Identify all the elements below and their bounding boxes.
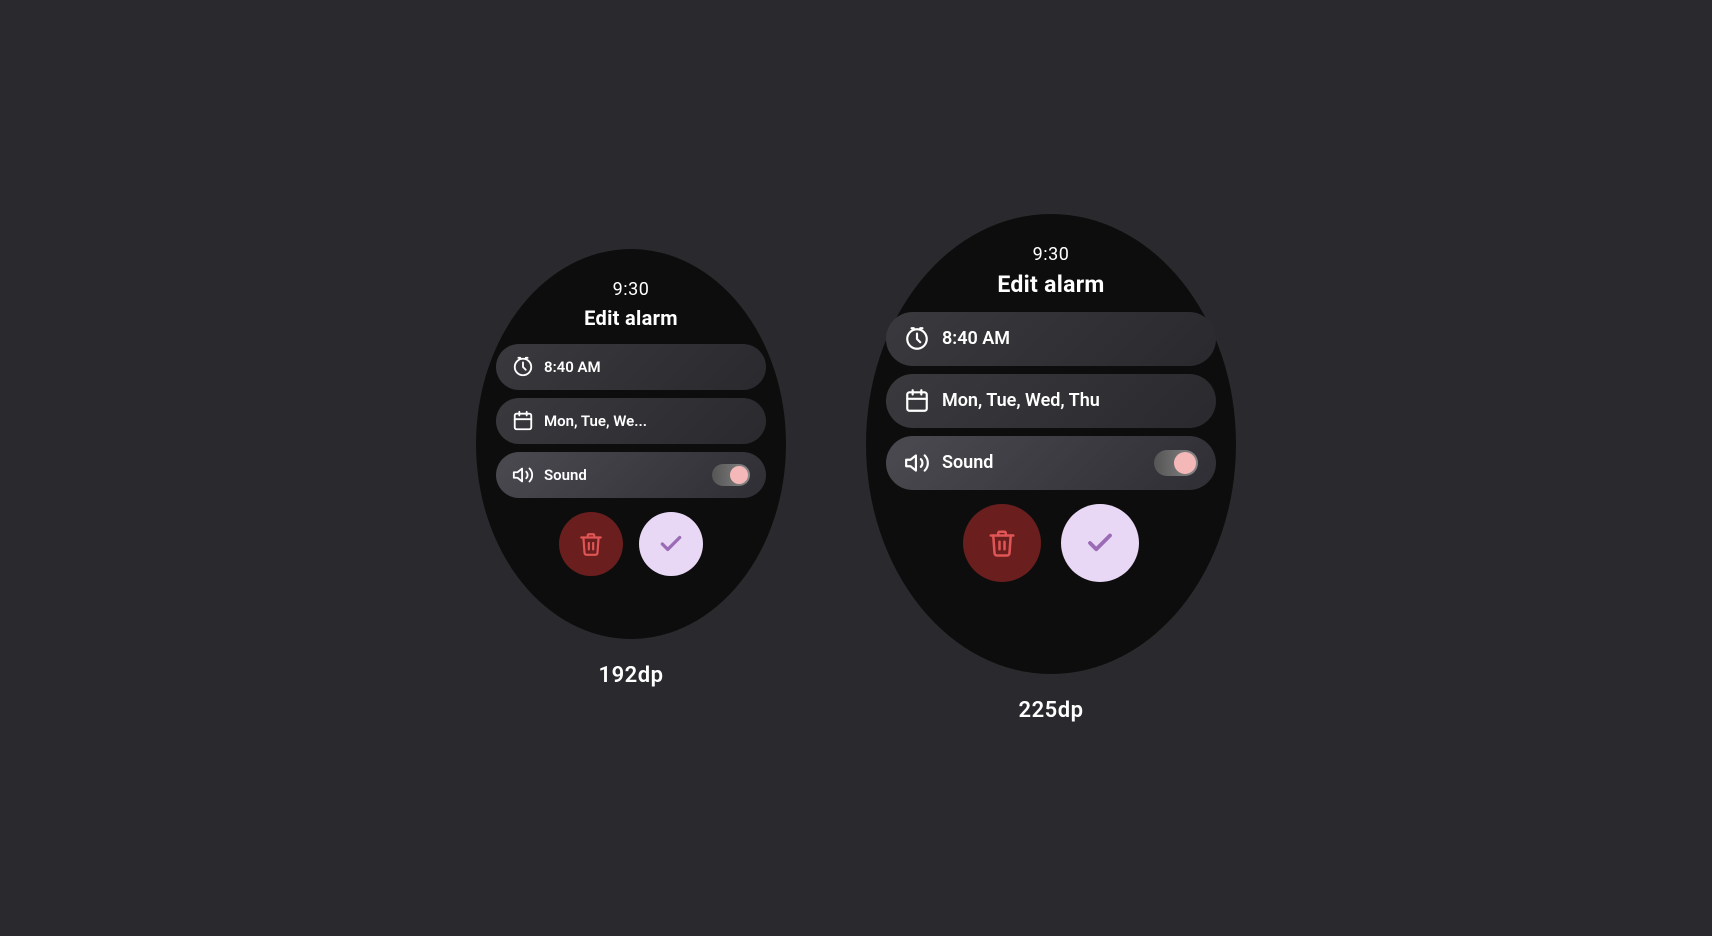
toggle-thumb-1 bbox=[730, 466, 748, 484]
sound-left-2: Sound bbox=[904, 450, 993, 476]
alarm-time-text-1: 8:40 AM bbox=[544, 358, 601, 376]
delete-button-1[interactable] bbox=[559, 512, 623, 576]
dp-label-1: 192dp bbox=[599, 663, 664, 688]
watch-time-2: 9:30 bbox=[1033, 244, 1070, 265]
clock-icon-2 bbox=[904, 326, 930, 352]
sound-icon-1 bbox=[512, 464, 534, 486]
schedule-text-2: Mon, Tue, Wed, Thu bbox=[942, 390, 1100, 411]
confirm-button-1[interactable] bbox=[639, 512, 703, 576]
action-buttons-2 bbox=[963, 504, 1139, 582]
watch-title-1: Edit alarm bbox=[584, 306, 678, 330]
toggle-track-1 bbox=[712, 464, 750, 486]
toggle-track-2 bbox=[1154, 450, 1198, 476]
schedule-item-2[interactable]: Mon, Tue, Wed, Thu bbox=[886, 374, 1216, 428]
delete-button-2[interactable] bbox=[963, 504, 1041, 582]
watch-title-2: Edit alarm bbox=[997, 271, 1104, 298]
schedule-left-2: Mon, Tue, Wed, Thu bbox=[904, 388, 1100, 414]
sound-item-1[interactable]: Sound bbox=[496, 452, 766, 498]
calendar-icon-2 bbox=[904, 388, 930, 414]
calendar-icon-1 bbox=[512, 410, 534, 432]
sound-toggle-1[interactable] bbox=[712, 464, 750, 486]
watch-device-2: 9:30 Edit alarm 8:40 AM bbox=[866, 214, 1236, 723]
watch-time-1: 9:30 bbox=[613, 279, 650, 300]
dp-label-2: 225dp bbox=[1019, 698, 1084, 723]
watch-face-2: 9:30 Edit alarm 8:40 AM bbox=[866, 214, 1236, 674]
action-buttons-1 bbox=[559, 512, 703, 576]
schedule-text-1: Mon, Tue, We... bbox=[544, 412, 647, 430]
schedule-item-1[interactable]: Mon, Tue, We... bbox=[496, 398, 766, 444]
sound-text-1: Sound bbox=[544, 466, 587, 484]
alarm-time-left-1: 8:40 AM bbox=[512, 356, 601, 378]
sound-icon-2 bbox=[904, 450, 930, 476]
alarm-time-item-1[interactable]: 8:40 AM bbox=[496, 344, 766, 390]
watch-device-1: 9:30 Edit alarm 8:40 AM bbox=[476, 249, 786, 688]
alarm-time-item-2[interactable]: 8:40 AM bbox=[886, 312, 1216, 366]
sound-item-2[interactable]: Sound bbox=[886, 436, 1216, 490]
confirm-button-2[interactable] bbox=[1061, 504, 1139, 582]
toggle-thumb-2 bbox=[1174, 452, 1196, 474]
watch-face-1: 9:30 Edit alarm 8:40 AM bbox=[476, 249, 786, 639]
alarm-time-left-2: 8:40 AM bbox=[904, 326, 1010, 352]
clock-icon-1 bbox=[512, 356, 534, 378]
sound-left-1: Sound bbox=[512, 464, 587, 486]
sound-toggle-2[interactable] bbox=[1154, 450, 1198, 476]
alarm-time-text-2: 8:40 AM bbox=[942, 328, 1010, 349]
sound-text-2: Sound bbox=[942, 452, 993, 473]
schedule-left-1: Mon, Tue, We... bbox=[512, 410, 647, 432]
